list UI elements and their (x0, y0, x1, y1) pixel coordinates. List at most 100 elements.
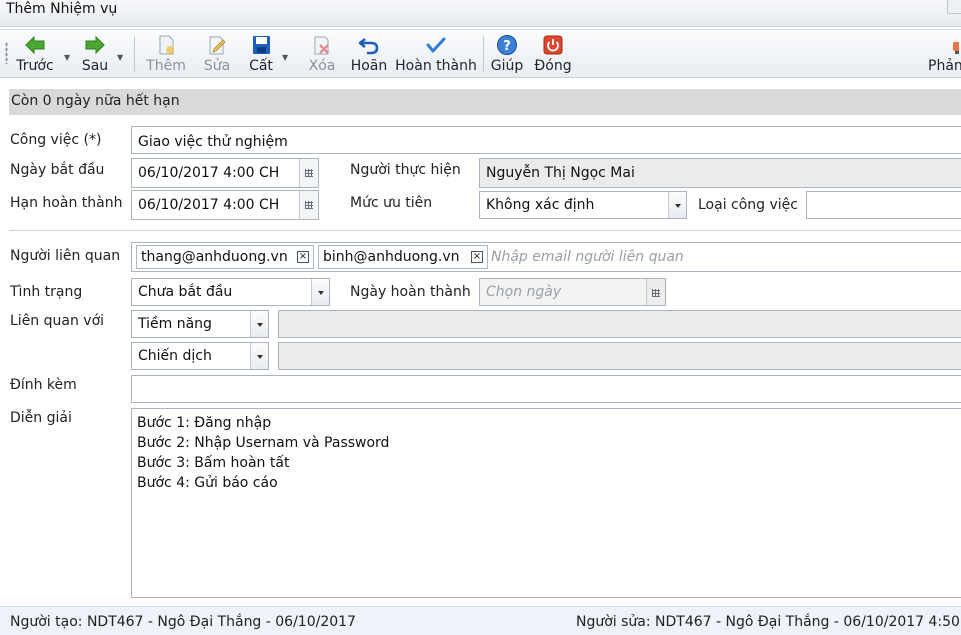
deadline-banner-text: Còn 0 ngày nữa hết hạn (11, 93, 180, 109)
related-person-email: binh@anhduong.vn (323, 249, 460, 265)
arrow-right-icon (77, 34, 113, 56)
edit-document-icon (200, 34, 234, 56)
start-date-label: Ngày bắt đầu (10, 162, 105, 178)
close-icon[interactable]: × (297, 251, 309, 263)
task-type-input[interactable] (806, 191, 961, 219)
new-document-icon (144, 34, 188, 56)
footer-bar: Người tạo: NDT467 - Ngô Đại Thắng - 06/1… (0, 606, 961, 635)
deadline-banner: Còn 0 ngày nữa hết hạn (9, 89, 961, 115)
start-date-value: 06/10/2017 4:00 CH (138, 165, 280, 181)
due-date-value: 06/10/2017 4:00 CH (138, 197, 280, 213)
due-date-input[interactable]: 06/10/2017 4:00 CH (131, 190, 319, 220)
close-icon[interactable]: × (471, 251, 483, 263)
task-value: Giao việc thử nghiệm (138, 134, 288, 150)
save-button[interactable]: Cất ▼ (245, 32, 288, 74)
task-type-label: Loại công việc (698, 197, 798, 213)
delete-button[interactable]: Xóa (305, 32, 339, 74)
delete-document-icon (305, 34, 339, 56)
related-to-label: Liên quan với (10, 313, 105, 329)
chevron-down-icon[interactable]: ▼ (117, 53, 123, 62)
feedback-icon (928, 34, 961, 56)
chevron-down-icon[interactable] (311, 279, 329, 305)
toolbar: Trước ▼ Sau ▼ Thêm Sửa Cất ▼ Xóa Hoãn Ho… (0, 29, 961, 78)
related-campaign-value: Chiến dịch (138, 348, 212, 364)
edit-label: Sửa (203, 58, 231, 74)
calendar-icon[interactable] (299, 191, 318, 219)
toolbar-grip-icon[interactable] (5, 42, 8, 64)
related-people-placeholder: Nhập email người liên quan (491, 249, 684, 265)
related-campaign-object-field[interactable] (278, 342, 961, 370)
next-label: Sau (81, 58, 109, 74)
priority-value: Không xác định (486, 197, 595, 213)
completion-date-label: Ngày hoàn thành (350, 284, 471, 300)
chevron-down-icon[interactable]: ▼ (64, 53, 70, 62)
description-textarea[interactable]: Bước 1: Đăng nhập Bước 2: Nhập Usernam v… (131, 408, 961, 598)
toolbar-separator (134, 36, 135, 72)
complete-button[interactable]: Hoàn thành (394, 32, 478, 74)
due-date-label: Hạn hoàn thành (10, 195, 123, 211)
completion-date-placeholder: Chọn ngày (486, 284, 562, 300)
description-line: Bước 1: Đăng nhập (137, 415, 272, 431)
related-campaign-select[interactable]: Chiến dịch (131, 342, 269, 370)
status-select[interactable]: Chưa bắt đầu (131, 278, 330, 306)
feedback-label: Phản (928, 58, 961, 74)
back-label: Trước (16, 58, 54, 74)
section-divider (9, 230, 961, 231)
feedback-button[interactable]: Phản (928, 32, 961, 74)
window-titlebar: Thêm Nhiệm vụ (0, 0, 961, 27)
description-line: Bước 3: Bấm hoàn tất (137, 455, 290, 471)
back-button[interactable]: Trước ▼ (12, 32, 70, 74)
related-people-label: Người liên quan (10, 248, 121, 264)
task-input[interactable]: Giao việc thử nghiệm (131, 126, 961, 154)
start-date-input[interactable]: 06/10/2017 4:00 CH (131, 158, 319, 188)
assignee-field[interactable]: Nguyễn Thị Ngọc Mai (479, 158, 961, 188)
arrow-left-icon (12, 34, 58, 56)
related-person-tag: thang@anhduong.vn × (136, 245, 314, 269)
close-label: Đóng (534, 58, 572, 74)
attachment-input[interactable] (131, 375, 961, 403)
description-line: Bước 2: Nhập Usernam và Password (137, 435, 390, 451)
priority-label: Mức ưu tiên (350, 195, 433, 211)
window-close-icon[interactable] (947, 0, 961, 14)
calendar-icon[interactable] (299, 159, 318, 187)
close-button[interactable]: Đóng (533, 32, 573, 74)
undo-label: Hoãn (350, 58, 388, 74)
assignee-label: Người thực hiện (350, 162, 461, 178)
power-icon (533, 34, 573, 56)
checkmark-icon (394, 34, 478, 56)
completion-date-input[interactable]: Chọn ngày (479, 278, 666, 306)
toolbar-separator (483, 36, 484, 72)
delete-label: Xóa (308, 58, 336, 74)
created-by-text: Người tạo: NDT467 - Ngô Đại Thắng - 06/1… (10, 614, 356, 630)
complete-label: Hoàn thành (395, 58, 477, 74)
save-label: Cất (249, 58, 273, 74)
chevron-down-icon[interactable] (250, 311, 268, 337)
related-person-tag: binh@anhduong.vn × (318, 245, 488, 269)
related-person-email: thang@anhduong.vn (141, 249, 288, 265)
description-line: Bước 4: Gửi báo cáo (137, 475, 278, 491)
status-label: Tình trạng (10, 284, 83, 300)
help-icon: ? (490, 34, 524, 56)
chevron-down-icon[interactable] (668, 192, 686, 218)
chevron-down-icon[interactable]: ▼ (282, 53, 288, 62)
edit-button[interactable]: Sửa (200, 32, 234, 74)
related-to-object-field[interactable] (278, 310, 961, 338)
undo-button[interactable]: Hoãn (349, 32, 389, 74)
status-value: Chưa bắt đầu (138, 284, 233, 300)
floppy-disk-icon (245, 34, 277, 56)
help-label: Giúp (490, 58, 524, 74)
add-label: Thêm (146, 58, 186, 74)
related-to-type-select[interactable]: Tiềm năng (131, 310, 269, 338)
undo-icon (349, 34, 389, 56)
calendar-icon[interactable] (646, 279, 665, 305)
task-label: Công việc (*) (10, 132, 102, 148)
priority-select[interactable]: Không xác định (479, 191, 687, 219)
next-button[interactable]: Sau ▼ (77, 32, 123, 74)
chevron-down-icon[interactable] (250, 343, 268, 369)
help-button[interactable]: ? Giúp (490, 32, 524, 74)
add-button[interactable]: Thêm (144, 32, 188, 74)
related-to-type-value: Tiềm năng (138, 316, 212, 332)
svg-text:?: ? (503, 39, 511, 54)
window-title: Thêm Nhiệm vụ (6, 1, 118, 17)
assignee-value: Nguyễn Thị Ngọc Mai (486, 165, 635, 181)
